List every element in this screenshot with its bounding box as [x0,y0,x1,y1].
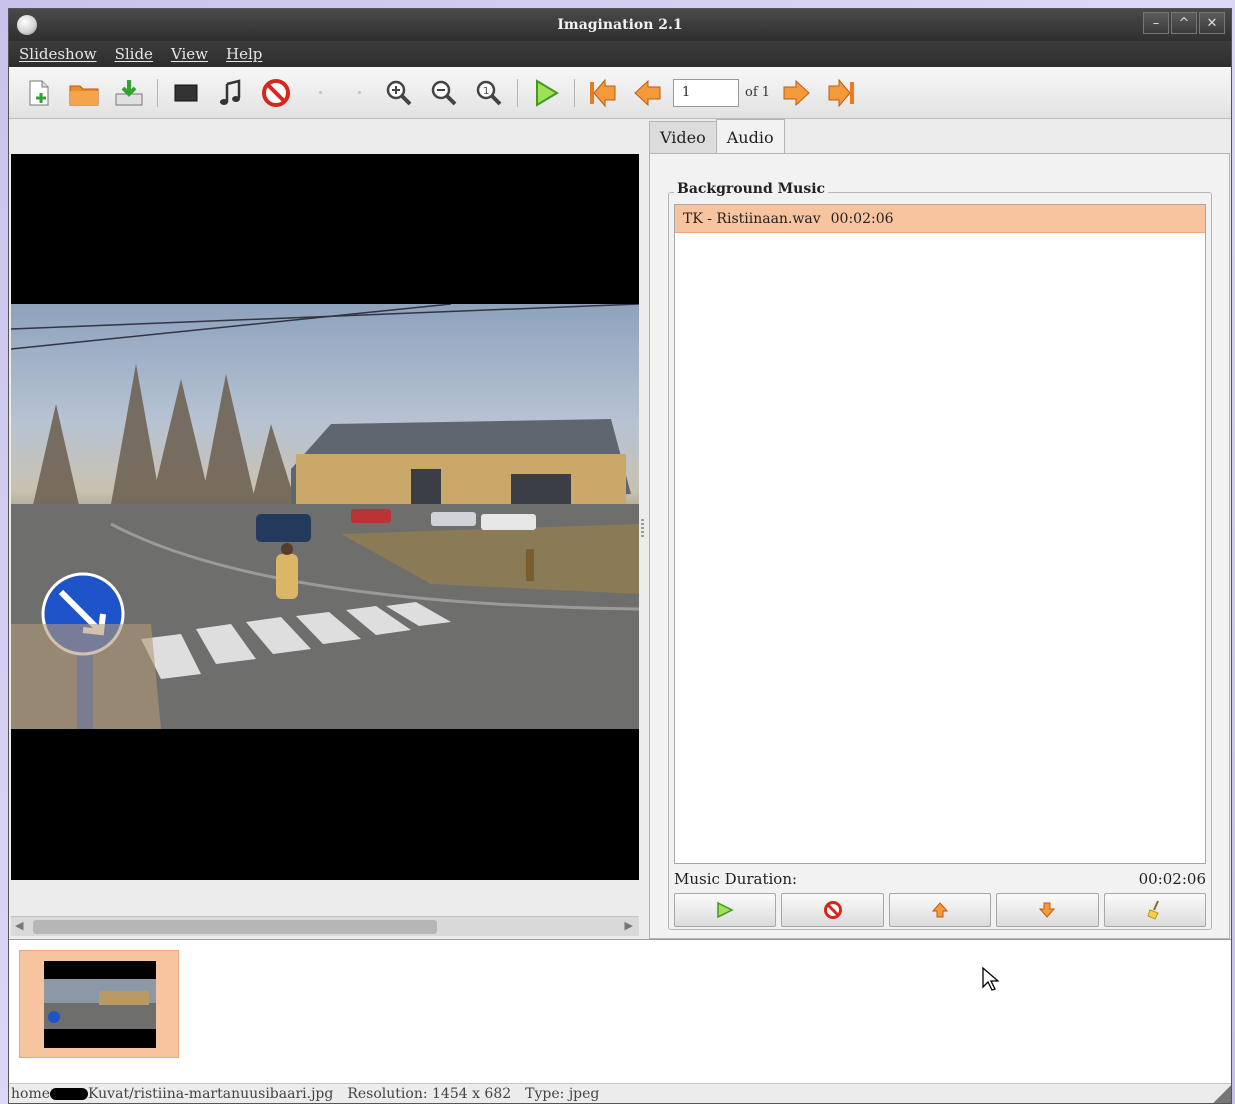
preview-play-icon[interactable] [526,73,566,113]
track-name: TK - Ristiinaan.wav [683,210,821,227]
toolbar-separator [574,78,575,107]
arrow-up-icon [931,902,949,918]
slide-number-input[interactable] [673,78,739,107]
open-folder-icon[interactable] [64,73,104,113]
music-duration-label: Music Duration: [674,870,798,888]
menubar: Slideshow Slide View Help [9,41,1231,67]
toolbar: 1 of 1 [9,67,1231,119]
status-resolution: Resolution: 1454 x 682 [347,1085,512,1102]
music-duration-value: 00:02:06 [1138,870,1206,888]
menu-slide[interactable]: Slide [115,45,153,63]
minimize-icon[interactable]: – [1143,12,1169,34]
slide-thumbnail-image [44,961,156,1048]
menu-view[interactable]: View [171,45,208,63]
window-controls: – ^ ✕ [1143,12,1225,34]
slide-thumbnail[interactable] [19,950,179,1058]
zoom-in-icon[interactable] [379,73,419,113]
scroll-left-arrow-icon[interactable]: ◀ [15,919,23,932]
audio-buttons [674,893,1207,927]
close-icon[interactable]: ✕ [1199,12,1225,34]
resize-grip-icon[interactable] [1213,1085,1231,1103]
svg-text:1: 1 [483,86,489,97]
side-tabs: Video Audio [649,119,785,153]
status-type: Type: jpeg [525,1085,600,1102]
play-audio-button[interactable] [674,893,777,927]
previous-slide-icon[interactable] [628,73,668,113]
status-path-prefix: home [11,1085,51,1102]
track-duration: 00:02:06 [830,210,894,227]
save-icon[interactable] [109,73,149,113]
zoom-fit-icon[interactable]: 1 [469,73,509,113]
music-list[interactable]: TK - Ristiinaan.wav 00:02:06 [674,204,1206,864]
music-duration-row: Music Duration: 00:02:06 [674,870,1206,888]
tab-video[interactable]: Video [649,121,717,153]
maximize-icon[interactable]: ^ [1171,12,1197,34]
status-file-path: home Kuvat/ristiina-martanuusibaari.jpg [11,1086,333,1102]
arrow-down-icon [1039,902,1056,918]
title-bar: Imagination 2.1 – ^ ✕ [9,9,1231,41]
mouse-pointer-icon [982,966,999,991]
redacted-username [50,1087,89,1100]
import-pictures-icon[interactable] [166,73,206,113]
audio-panel: Background Music TK - Ristiinaan.wav 00:… [649,153,1230,939]
delete-audio-button[interactable] [781,893,884,927]
scrollbar-thumb[interactable] [33,920,437,934]
slide-photo [11,304,639,729]
background-music-label: Background Music [674,181,829,197]
import-music-icon[interactable] [211,73,251,113]
play-icon [717,901,734,919]
list-item[interactable]: TK - Ristiinaan.wav 00:02:06 [675,205,1205,233]
app-window: Imagination 2.1 – ^ ✕ Slideshow Slide Vi… [8,8,1232,1104]
tab-audio[interactable]: Audio [715,119,785,153]
delete-icon [823,901,842,919]
first-slide-icon[interactable] [583,73,623,113]
broom-icon [1147,900,1159,920]
clear-list-button[interactable] [1103,893,1207,927]
status-path-suffix: Kuvat/ristiina-martanuusibaari.jpg [88,1085,334,1102]
status-bar: home Kuvat/ristiina-martanuusibaari.jpg R… [9,1083,1231,1103]
new-slideshow-icon[interactable] [19,73,59,113]
preview-horizontal-scrollbar[interactable]: ◀ ▶ [11,916,639,936]
pane-splitter[interactable] [641,519,644,537]
toolbar-separator [358,91,361,94]
toolbar-separator [517,78,518,107]
last-slide-icon[interactable] [821,73,861,113]
move-down-button[interactable] [996,893,1099,927]
slide-thumbnail-strip [9,939,1231,1085]
menu-slideshow[interactable]: Slideshow [19,45,97,63]
window-title: Imagination 2.1 [557,17,683,33]
slide-count-label: of 1 [745,85,771,100]
toolbar-separator [319,91,322,94]
slide-preview[interactable] [11,154,639,880]
move-up-button[interactable] [888,893,992,927]
delete-icon[interactable] [256,73,296,113]
menu-help[interactable]: Help [226,45,262,63]
zoom-out-icon[interactable] [424,73,464,113]
next-slide-icon[interactable] [776,73,816,113]
toolbar-separator [157,78,158,107]
scroll-right-arrow-icon[interactable]: ▶ [625,919,633,932]
